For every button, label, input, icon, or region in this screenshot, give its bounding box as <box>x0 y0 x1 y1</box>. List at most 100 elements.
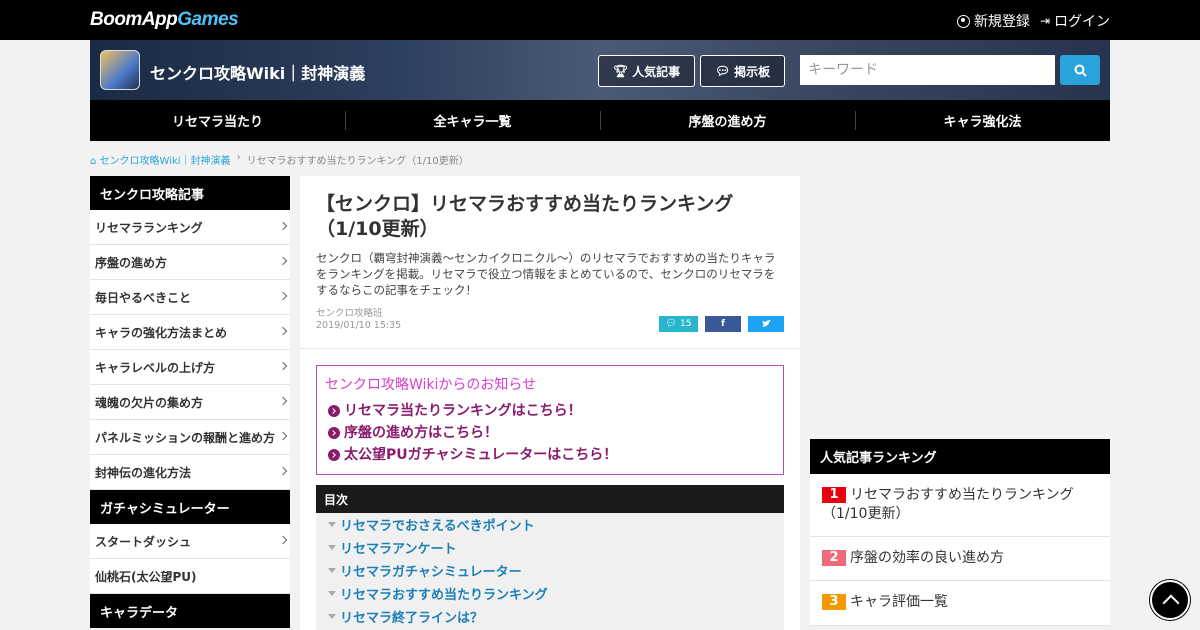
sidebar-item-label: キャラの強化方法まとめ <box>95 325 228 340</box>
notice-box: センクロ攻略Wikiからのお知らせ リセマラ当たりランキングはこちら！ 序盤の進… <box>316 365 784 475</box>
caret-down-icon <box>328 545 336 550</box>
arrow-circle-right-icon <box>328 405 340 417</box>
sidebar-item-label: パネルミッションの報酬と進め方 <box>95 430 276 445</box>
site-header: センクロ攻略Wiki｜封神演義 🏆︎ 人気記事 💬︎ 掲示板 <box>90 40 1110 100</box>
login-label: ログイン <box>1054 14 1110 30</box>
login-link[interactable]: ⇥ ログイン <box>1040 11 1110 31</box>
facebook-icon: f <box>721 319 725 329</box>
sidebar-item-label: リセマラランキング <box>95 220 203 235</box>
sidebar-item-label: 序盤の進め方 <box>95 255 168 270</box>
site-title[interactable]: センクロ攻略Wiki｜封神演義 <box>150 60 365 84</box>
sidebar-item-soul-fragments[interactable]: 魂魄の欠片の集め方 <box>90 385 290 420</box>
breadcrumb-separator-icon: › <box>236 152 241 163</box>
toc-item[interactable]: リセマラ終了ラインは？ <box>316 605 784 628</box>
toc-item[interactable]: リセマラガチャシミュレーター <box>316 559 784 582</box>
chevron-right-icon <box>278 361 288 371</box>
chevron-right-icon <box>278 535 288 545</box>
toc-item-label: リセマラガチャシミュレーター <box>340 565 522 580</box>
comments-button[interactable]: 💬︎ 15 <box>659 316 698 332</box>
nav-item-all-characters[interactable]: 全キャラ一覧 <box>345 100 600 141</box>
toc-item[interactable]: リセマラおすすめ当たりランキング <box>316 582 784 605</box>
rank-badge: 3 <box>822 594 846 610</box>
sidebar-item-label: 魂魄の欠片の集め方 <box>95 395 204 410</box>
search-input[interactable] <box>800 55 1055 85</box>
boomapp-logo[interactable]: BoomAppGames <box>90 9 239 31</box>
signup-link[interactable]: 新規登録 <box>956 11 1030 31</box>
scroll-to-top-button[interactable] <box>1150 580 1190 620</box>
ranking-item[interactable]: 3 キャラ評価一覧 <box>810 581 1110 626</box>
ranking-item-label: キャラ評価一覧 <box>850 594 948 610</box>
notice-link-reroll-ranking[interactable]: リセマラ当たりランキングはこちら！ <box>325 400 775 422</box>
caret-down-icon <box>328 591 336 596</box>
toc-item-label: リセマラアンケート <box>340 542 457 557</box>
table-of-contents: 目次 リセマラでおさえるべきポイント リセマラアンケート リセマラガチャシミュレ… <box>316 485 784 630</box>
app-icon[interactable] <box>100 50 140 90</box>
notice-link-label: リセマラ当たりランキングはこちら！ <box>344 403 582 419</box>
toc-item[interactable]: リセマラでおさえるべきポイント <box>316 513 784 536</box>
arrow-circle-right-icon <box>328 427 340 439</box>
sidebar-item-label: キャラレベルの上げ方 <box>95 360 216 375</box>
sidebar-item-early-game[interactable]: 序盤の進め方 <box>90 245 290 280</box>
ranking-title: 人気記事ランキング <box>810 439 1110 474</box>
article-author: センクロ攻略班 <box>316 308 383 319</box>
chevron-right-icon <box>278 326 288 336</box>
sidebar-item-reroll-ranking[interactable]: リセマラランキング <box>90 210 290 245</box>
top-bar: BoomAppGames 新規登録 ⇥ ログイン <box>0 0 1200 40</box>
ranking-item-label: 序盤の効率の良い進め方 <box>850 550 1004 566</box>
ranking-item[interactable]: 2 序盤の効率の良い進め方 <box>810 537 1110 581</box>
caret-down-icon <box>328 568 336 573</box>
article-date: 2019/01/10 15:35 <box>316 320 402 331</box>
breadcrumb-home[interactable]: ⌂ センクロ攻略Wiki｜封神演義 <box>90 152 231 167</box>
sidebar-section-title: キャラデータ <box>90 594 290 628</box>
account-links: 新規登録 ⇥ ログイン <box>956 11 1110 31</box>
sidebar-item-label: 毎日やるべきこと <box>95 290 192 305</box>
sidebar-item-start-dash[interactable]: スタートダッシュ <box>90 524 290 559</box>
user-icon <box>956 14 970 28</box>
notice-link-early-game[interactable]: 序盤の進め方はこちら！ <box>325 422 775 444</box>
sign-in-icon: ⇥ <box>1039 14 1050 28</box>
popular-articles-label: 人気記事 <box>632 64 681 79</box>
toc-item-label: リセマラ終了ラインは？ <box>340 611 484 626</box>
toc-item-label: リセマラおすすめ当たりランキング <box>340 588 548 603</box>
toc-item-label: リセマラでおさえるべきポイント <box>340 519 535 534</box>
search-button[interactable] <box>1060 55 1100 85</box>
signup-label: 新規登録 <box>973 14 1030 30</box>
nav-item-early-game[interactable]: 序盤の進め方 <box>600 100 855 141</box>
twitter-share-button[interactable] <box>748 316 784 332</box>
article-title: 【センクロ】リセマラおすすめ当たりランキング（1/10更新） <box>316 193 734 240</box>
sidebar-item-level-up[interactable]: キャラレベルの上げ方 <box>90 350 290 385</box>
comments-icon: 💬︎ <box>665 319 677 329</box>
breadcrumb-home-label: センクロ攻略Wiki｜封神演義 <box>99 156 231 167</box>
bulletin-board-button[interactable]: 💬︎ 掲示板 <box>700 55 785 87</box>
toc-item[interactable]: リセマラアンケート <box>316 536 784 559</box>
rank-badge: 1 <box>822 487 846 503</box>
logo-text-games: Games <box>177 9 239 30</box>
chevron-right-icon <box>278 396 288 406</box>
divider <box>300 348 800 349</box>
sidebar-section-title: センクロ攻略記事 <box>90 176 290 210</box>
chevron-right-icon <box>278 221 288 231</box>
article-meta: センクロ攻略班 2019/01/10 15:35 <box>316 308 401 332</box>
popular-articles-button[interactable]: 🏆︎ 人気記事 <box>598 55 695 87</box>
sidebar-item-daily-tasks[interactable]: 毎日やるべきこと <box>90 280 290 315</box>
article-description: センクロ（覇穹封神演義～センカイクロニクル～）のリセマラでおすすめの当たりキャラ… <box>316 251 776 297</box>
sidebar-section-title: ガチャシミュレーター <box>90 490 290 524</box>
breadcrumb: ⌂ センクロ攻略Wiki｜封神演義 › リセマラおすすめ当たりランキング（1/1… <box>90 152 469 167</box>
ranking-item-label: リセマラおすすめ当たりランキング（1/10更新） <box>822 487 1074 522</box>
notice-link-gacha-simulator[interactable]: 太公望PUガチャシミュレーターはこちら！ <box>325 444 775 466</box>
comment-count: 15 <box>679 319 692 329</box>
nav-item-character-upgrade[interactable]: キャラ強化法 <box>855 100 1110 141</box>
facebook-share-button[interactable]: f <box>705 316 741 332</box>
sidebar-item-character-upgrade[interactable]: キャラの強化方法まとめ <box>90 315 290 350</box>
sidebar-item-evolution[interactable]: 封神伝の進化方法 <box>90 455 290 490</box>
nav-item-reroll[interactable]: リセマラ当たり <box>90 100 345 141</box>
sidebar-item-panel-mission[interactable]: パネルミッションの報酬と進め方 <box>90 420 290 455</box>
chevron-right-icon <box>278 466 288 476</box>
arrow-circle-right-icon <box>328 449 340 461</box>
sidebar-item-label: 仙桃石(太公望PU) <box>95 569 197 584</box>
twitter-icon <box>761 320 771 327</box>
sidebar-item-peach-stone[interactable]: 仙桃石(太公望PU) <box>90 559 290 594</box>
ranking-item[interactable]: 1 リセマラおすすめ当たりランキング（1/10更新） <box>810 474 1110 537</box>
comments-icon: 💬︎ <box>714 64 731 78</box>
notice-link-label: 序盤の進め方はこちら！ <box>344 425 498 441</box>
